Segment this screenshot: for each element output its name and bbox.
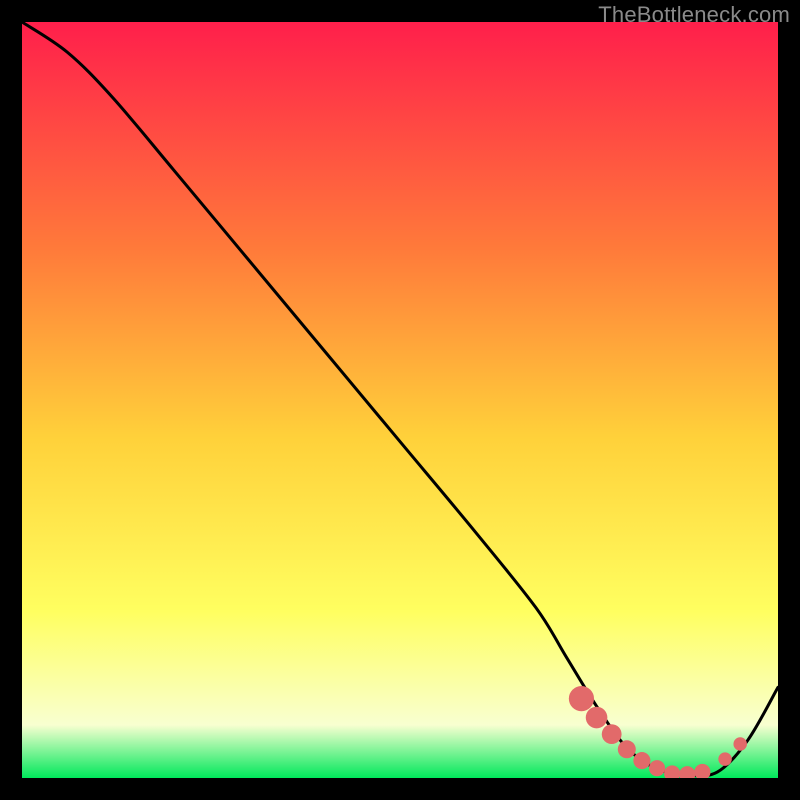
marker-dot [694,764,710,778]
marker-dot [718,752,732,766]
marker-dot [649,760,665,776]
marker-dot [733,737,747,751]
marker-dot [664,765,680,778]
marker-dot [633,752,650,769]
outer-frame: TheBottleneck.com [0,0,800,800]
marker-dot [586,707,608,729]
plot-area [22,22,778,778]
marker-dot [602,724,622,744]
marker-dot [618,740,636,758]
watermark-text: TheBottleneck.com [598,2,790,28]
marker-dot [569,686,594,711]
curve-line [22,22,778,776]
marker-dots [569,686,747,778]
chart-svg [22,22,778,778]
marker-dot [679,766,695,778]
